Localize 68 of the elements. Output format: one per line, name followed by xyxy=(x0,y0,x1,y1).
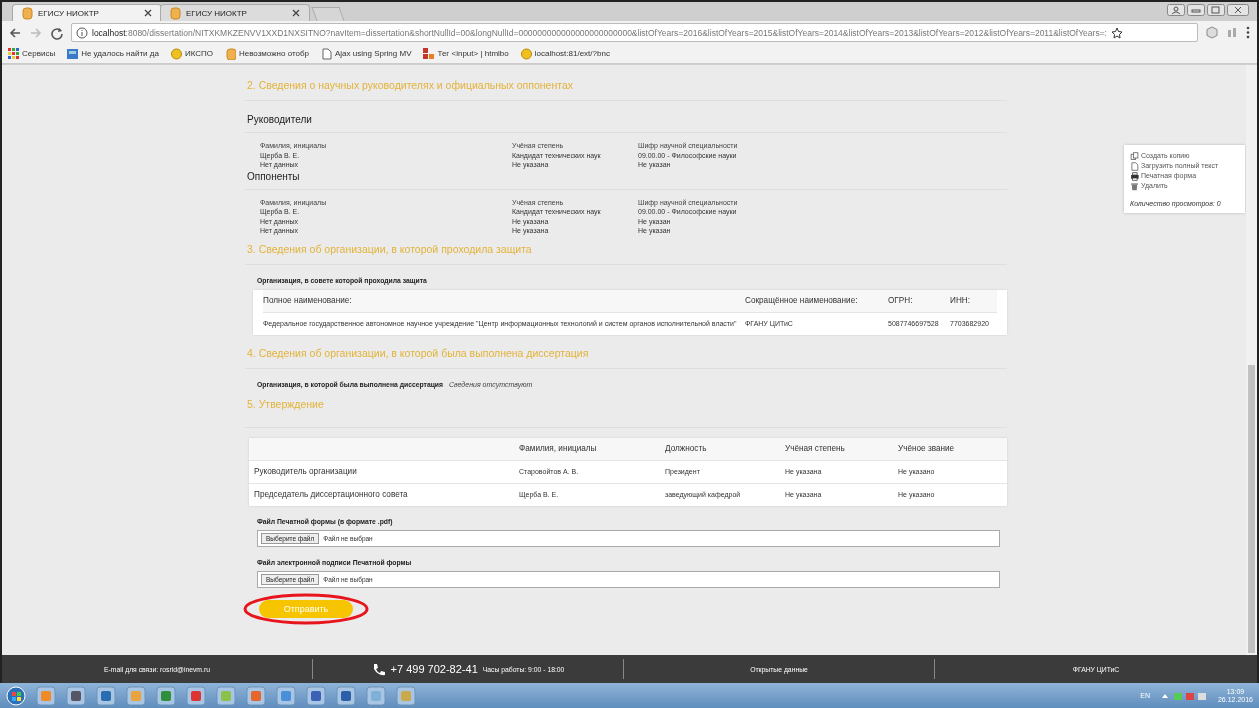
bookmark-item[interactable]: ИКСПО xyxy=(170,47,213,60)
bookmark-item[interactable]: Невозможно отобр xyxy=(224,47,309,60)
blocks-icon xyxy=(423,47,435,60)
minimize-icon[interactable] xyxy=(1187,4,1205,16)
bookmark-item[interactable]: Тег <input> | htmlbo xyxy=(423,47,509,60)
back-icon[interactable] xyxy=(8,25,22,40)
taskbar-app-icon[interactable] xyxy=(306,685,326,706)
taskbar-app-icon[interactable] xyxy=(246,685,266,706)
phone-icon xyxy=(371,662,386,676)
printer-icon xyxy=(1130,171,1139,181)
bookmark-item[interactable]: localhost:81/ext/?bnc xyxy=(520,47,610,60)
scrollbar-thumb[interactable] xyxy=(1248,365,1255,653)
maximize-icon[interactable] xyxy=(1207,4,1225,16)
taskbar-app-icon[interactable] xyxy=(96,685,116,706)
star-icon[interactable] xyxy=(1111,26,1123,39)
window-icon xyxy=(67,47,79,60)
bookmark-item[interactable]: Не удалось найти да xyxy=(67,47,159,60)
section-title: 4. Сведения об организации, в которой была выполнена диссертация xyxy=(247,346,590,360)
bookmark-item[interactable]: Ajax using Spring MV xyxy=(321,47,412,60)
url-text: localhost:8080/dissertation/NITXKMKZENVV1XXD1NXSITNO?navItem=dissertation&shortNullId=00&longNullId=000000000000000000000000&listOfYears=2016&listOfYears=2015&listOfYears=2014&listOfYears=2013&listOfYears=2012&listOfYears=2011&listOfYears=: xyxy=(92,27,1107,38)
close-icon[interactable] xyxy=(143,8,153,18)
taskbar-app-icon[interactable] xyxy=(126,685,146,706)
column-header: Фамилия, инициалы xyxy=(519,437,665,460)
table-cell: Руководитель организации xyxy=(249,459,519,483)
extension-icon[interactable] xyxy=(1205,26,1219,39)
table-cell: Председатель диссертационного совета xyxy=(249,482,519,506)
taskbar-app-icon[interactable] xyxy=(396,685,416,706)
footer-phone: +7 499 702-82-41 xyxy=(390,663,478,675)
user-icon[interactable] xyxy=(1167,4,1185,16)
section-title: 2. Сведения о научных руководителях и официальных оппонентах xyxy=(247,79,575,92)
taskbar-app-icon[interactable] xyxy=(336,685,356,706)
taskbar-app-icon[interactable] xyxy=(186,685,206,706)
trash-icon xyxy=(1130,181,1139,191)
column-header: Учёное звание xyxy=(898,437,1007,460)
browser-tab[interactable]: ЕГИСУ НИОКТР xyxy=(12,4,162,21)
menu-icon[interactable] xyxy=(1245,26,1251,39)
group-heading: Руководители xyxy=(247,113,313,126)
column-header: Должность xyxy=(665,437,785,460)
new-tab-button[interactable] xyxy=(311,7,345,21)
scrollbar[interactable] xyxy=(1246,65,1257,655)
section-title: 3. Сведения об организации, в которой проходила защита xyxy=(247,242,533,256)
copy-icon xyxy=(1130,151,1139,161)
column-header: ОГРН: xyxy=(888,289,950,312)
reload-icon[interactable] xyxy=(50,25,64,40)
column-header: Сокращённое наименование: xyxy=(745,289,888,312)
document-icon xyxy=(1130,161,1139,171)
taskbar-app-icon[interactable] xyxy=(156,685,176,706)
close-icon[interactable] xyxy=(291,8,301,18)
taskbar-app-icon[interactable] xyxy=(36,685,56,706)
close-icon[interactable] xyxy=(1227,4,1249,16)
browser-tab[interactable]: ЕГИСУ НИОКТР xyxy=(160,4,310,21)
forward-icon[interactable] xyxy=(29,25,43,40)
group-heading: Оппоненты xyxy=(247,169,301,183)
taskbar-app-icon[interactable] xyxy=(66,685,86,706)
column-header: Полное наименование: xyxy=(263,289,745,312)
page-icon xyxy=(321,47,332,60)
info-icon[interactable] xyxy=(76,26,88,39)
start-button-icon[interactable] xyxy=(6,685,26,706)
bookmark-item[interactable]: Сервисы xyxy=(8,47,56,60)
column-header: ИНН: xyxy=(950,289,997,312)
taskbar-app-icon[interactable] xyxy=(276,685,296,706)
extension-icon[interactable] xyxy=(1226,26,1238,39)
section-title: 5. Утверждение xyxy=(247,397,325,411)
apps-grid-icon xyxy=(8,47,19,60)
column-header: Учёная степень xyxy=(785,437,898,460)
taskbar-app-icon[interactable] xyxy=(216,685,236,706)
address-field[interactable] xyxy=(71,23,1198,42)
taskbar-app-icon[interactable] xyxy=(366,685,386,706)
